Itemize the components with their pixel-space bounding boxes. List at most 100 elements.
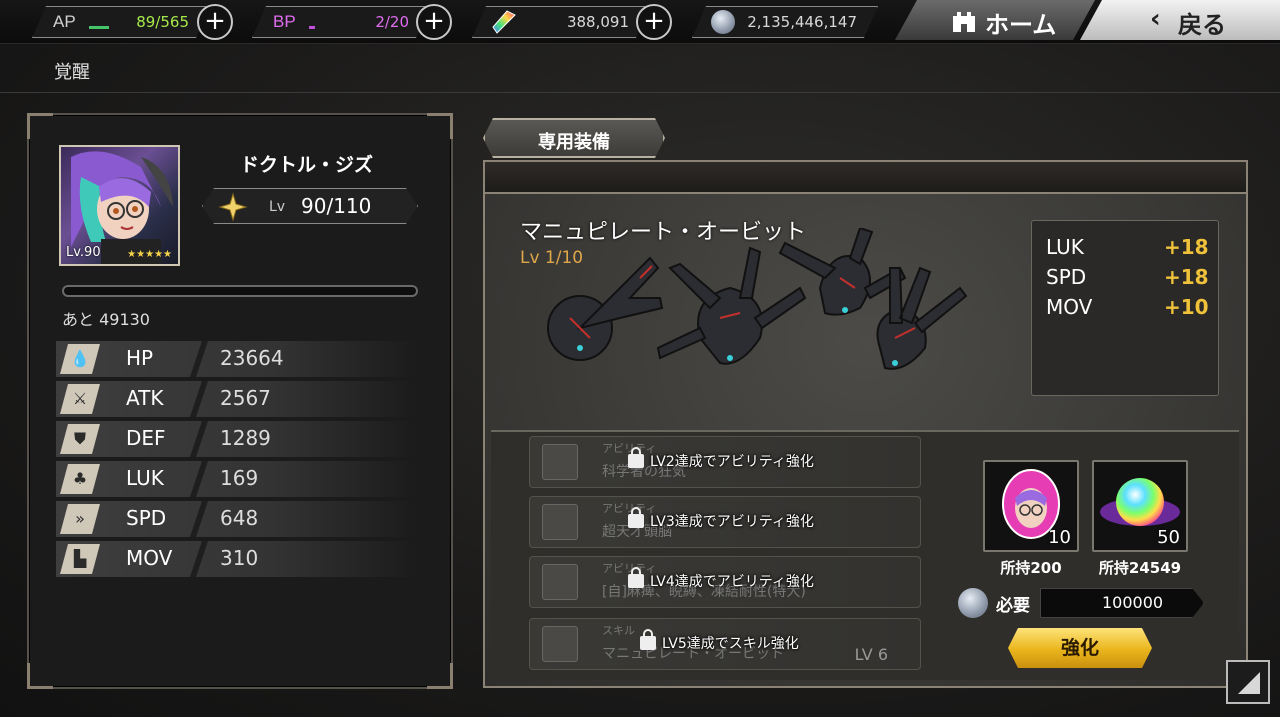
- title-divider: [0, 92, 1280, 93]
- ap-add-button[interactable]: +: [197, 4, 233, 40]
- boot-icon: ▙: [60, 544, 100, 574]
- drop-icon: 💧: [60, 344, 100, 374]
- stat-divider: [190, 381, 208, 417]
- exp-remaining: あと 49130: [62, 310, 150, 329]
- bp-display: BP 2/20: [252, 6, 430, 38]
- skill-slot[interactable]: スキル マニュピレート・オービット LV5達成でスキル強化 LV 6: [529, 618, 921, 670]
- lock-condition: LV5達成でスキル強化: [662, 636, 799, 652]
- skill-blade-icon: [542, 626, 578, 662]
- material-slot-2[interactable]: 50: [1092, 460, 1188, 552]
- coin-value: 2,135,446,147: [747, 13, 857, 31]
- material-count: 10: [1048, 527, 1071, 548]
- equipment-name: マニュピレート・オービット: [520, 220, 807, 245]
- ability-slot-1[interactable]: アビリティ 科学者の狂気 LV2達成でアビリティ強化: [529, 436, 921, 488]
- coin-icon: [958, 588, 988, 618]
- stat-row-def: ⛊ DEF 1289: [56, 421, 418, 457]
- material-owned: 所持24549: [1098, 559, 1182, 577]
- crystal-add-button[interactable]: +: [636, 4, 672, 40]
- tab-label: 専用装備: [538, 132, 610, 153]
- coin-icon: [711, 10, 735, 34]
- menu-triangle-icon[interactable]: [1226, 660, 1270, 704]
- ability-lock-text: LV3達成でアビリティ強化: [628, 507, 814, 531]
- stat-row-hp: 💧 HP 23664: [56, 341, 418, 377]
- back-label: 戻る: [1178, 11, 1226, 39]
- lock-icon: [640, 629, 656, 650]
- stat-row-spd: » SPD 648: [56, 501, 418, 537]
- corner-ornament: [427, 663, 453, 689]
- awakening-emblem-icon: [218, 192, 248, 222]
- bonus-value: +18: [1164, 235, 1209, 259]
- portrait-level: Lv.90: [66, 245, 101, 260]
- skill-lock-text: LV5達成でスキル強化: [640, 629, 799, 653]
- lock-condition: LV4達成でアビリティ強化: [650, 574, 814, 590]
- bonus-value: +10: [1164, 295, 1209, 319]
- stat-divider: [190, 501, 208, 537]
- ability-head-icon: [542, 564, 578, 600]
- bp-bar: [309, 26, 315, 29]
- level-value: 90/110: [301, 194, 372, 218]
- stat-value: 2567: [220, 386, 271, 410]
- lock-icon: [628, 447, 644, 468]
- home-button[interactable]: ホーム: [895, 0, 1095, 40]
- bp-add-button[interactable]: +: [416, 4, 452, 40]
- stat-row-mov: ▙ MOV 310: [56, 541, 418, 577]
- stat-value: 1289: [220, 426, 271, 450]
- equipment-claw-image: [547, 228, 968, 370]
- stat-name: ATK: [126, 386, 164, 410]
- home-label: ホーム: [985, 11, 1057, 39]
- lock-condition: LV2達成でアビリティ強化: [650, 454, 814, 470]
- lock-condition: LV3達成でアビリティ強化: [650, 514, 814, 530]
- skill-level: LV 6: [854, 645, 888, 664]
- ap-value: 89/565: [136, 13, 189, 31]
- ability-head-icon: [542, 504, 578, 540]
- corner-ornament: [27, 113, 53, 139]
- rarity-stars: ★★★★★: [127, 249, 172, 260]
- lock-icon: [628, 567, 644, 588]
- stat-value: 648: [220, 506, 259, 530]
- stat-name: MOV: [126, 546, 173, 570]
- bonus-stat: LUK: [1046, 235, 1084, 259]
- character-portrait[interactable]: Lv.90 ★★★★★: [59, 145, 180, 266]
- shield-icon: ⛊: [60, 424, 100, 454]
- cost-label: 必要: [996, 596, 1030, 616]
- ability-slot-3[interactable]: アビリティ [自]麻痺、睨縛、凍結耐性(特大) LV4達成でアビリティ強化: [529, 556, 921, 608]
- skill-kind: スキル: [602, 624, 635, 637]
- material-count: 50: [1157, 527, 1180, 548]
- ability-slot-2[interactable]: アビリティ 超天才頭脳 LV3達成でアビリティ強化: [529, 496, 921, 548]
- enhance-button[interactable]: 強化: [1008, 628, 1152, 668]
- bonus-row: MOV +10: [1046, 295, 1209, 319]
- exp-bar: [62, 285, 418, 297]
- crystal-icon: [491, 9, 517, 35]
- stat-name: DEF: [126, 426, 166, 450]
- corner-ornament: [27, 663, 53, 689]
- ability-lock-text: LV2達成でアビリティ強化: [628, 447, 814, 471]
- crystal-value: 388,091: [566, 13, 629, 31]
- speed-icon: »: [60, 504, 100, 534]
- crystal-display: 388,091: [472, 6, 650, 38]
- stat-name: HP: [126, 346, 154, 370]
- castle-icon: [951, 8, 977, 32]
- corner-ornament: [427, 113, 453, 139]
- stat-value: 23664: [220, 346, 284, 370]
- bonus-row: LUK +18: [1046, 235, 1209, 259]
- stat-value: 169: [220, 466, 259, 490]
- chevron-left-icon: ‹: [1150, 4, 1161, 34]
- stat-row-luk: ♣ LUK 169: [56, 461, 418, 497]
- stat-divider: [190, 341, 208, 377]
- bonus-stat: MOV: [1046, 295, 1093, 319]
- tab-exclusive-equipment[interactable]: 専用装備: [483, 118, 665, 158]
- bp-label: BP: [273, 12, 296, 31]
- material-slot-1[interactable]: 10: [983, 460, 1079, 552]
- clover-icon: ♣: [60, 464, 100, 494]
- cost-value: 100000: [1102, 593, 1164, 612]
- ability-lock-text: LV4達成でアビリティ強化: [628, 567, 814, 591]
- bonus-value: +18: [1164, 265, 1209, 289]
- equipment-bonus-box: LUK +18 SPD +18 MOV +10: [1031, 220, 1219, 396]
- material-owned: 所持200: [1000, 559, 1062, 577]
- coin-display: 2,135,446,147: [692, 6, 878, 38]
- lock-icon: [628, 507, 644, 528]
- bonus-stat: SPD: [1046, 265, 1087, 289]
- back-button[interactable]: ‹ 戻る: [1080, 0, 1280, 40]
- ap-bar: [89, 26, 109, 29]
- character-name: ドクトル・ジズ: [240, 154, 374, 176]
